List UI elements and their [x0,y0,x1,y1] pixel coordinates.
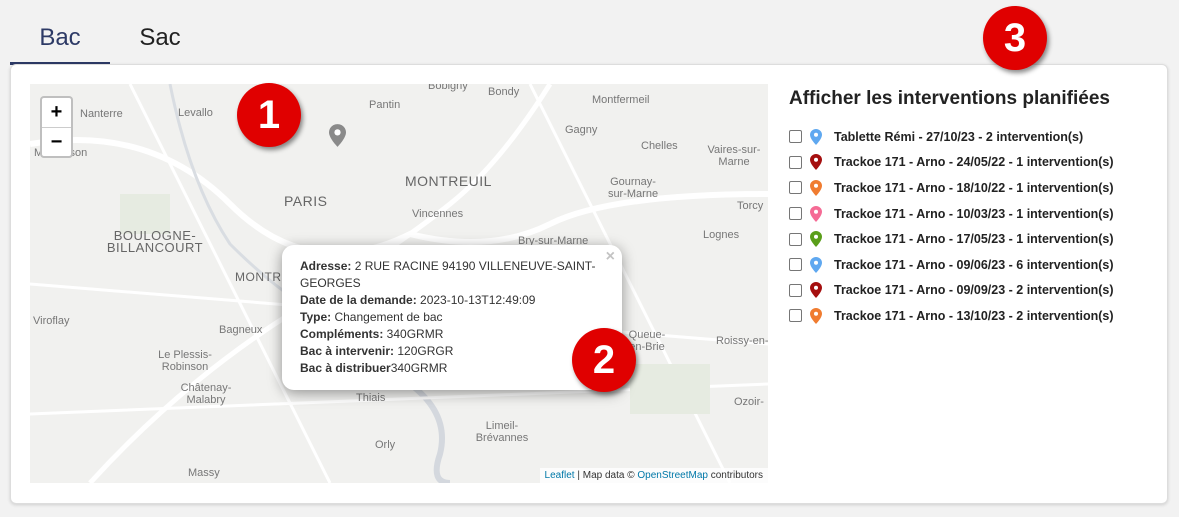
map-label: Le Plessis-Robinson [158,349,212,373]
map-popup: × Adresse: 2 RUE RACINE 94190 VILLENEUVE… [282,245,622,405]
sidebar-title: Afficher les interventions planifiées [789,88,1110,109]
map-label: Torcy [737,200,764,212]
tab-bar: Bac Sac [10,14,210,65]
map-marker-icon [810,179,822,196]
intervention-label: Trackoe 171 - Arno - 24/05/22 - 1 interv… [834,155,1114,170]
map-label: Vaires-sur-Marne [707,144,761,168]
map-label: Orly [375,439,396,451]
map-label: Montfermeil [592,94,650,106]
intervention-label: Trackoe 171 - Arno - 13/10/23 - 2 interv… [834,308,1114,323]
map-label: Vincennes [412,208,464,220]
popup-row: Bac à distribuer340GRMR [300,360,604,377]
popup-row-label: Bac à distribuer [300,361,391,375]
annotation-badge-3: 3 [983,6,1047,70]
close-icon[interactable]: × [606,248,615,265]
map-marker-icon [810,307,822,324]
map-label: Roissy-en- [716,335,768,347]
map-label: Gagny [565,124,598,136]
map-label: Châtenay-Malabry [180,382,232,406]
popup-row: Adresse: 2 RUE RACINE 94190 VILLENEUVE-S… [300,258,604,292]
popup-row-value: 340GRMR [383,327,444,341]
osm-link[interactable]: OpenStreetMap [637,470,708,481]
map-label: Thiais [356,392,386,404]
popup-row-label: Adresse: [300,259,352,273]
intervention-label: Trackoe 171 - Arno - 18/10/22 - 1 interv… [834,180,1114,195]
attribution-suffix: contributors [707,470,763,481]
map-marker-icon [810,205,822,222]
popup-row: Type: Changement de bac [300,309,604,326]
intervention-label: Trackoe 171 - Arno - 09/06/23 - 6 interv… [834,257,1114,272]
leaflet-link[interactable]: Leaflet [545,470,575,481]
map-label: Bondy [488,86,520,98]
map-marker-icon [810,154,822,171]
map-label: Viroflay [33,315,70,327]
map-label: Nanterre [80,108,123,120]
map-label: BOULOGNE-BILLANCOURT [106,228,204,255]
zoom-control: + − [40,96,73,158]
intervention-item[interactable]: Trackoe 171 - Arno - 18/10/22 - 1 interv… [789,175,1114,201]
popup-row-label: Compléments: [300,327,384,341]
intervention-checkbox[interactable] [789,155,802,169]
intervention-checkbox[interactable] [789,309,802,323]
popup-row: Bac à intervenir: 120GRGR [300,343,604,360]
map-label: Chelles [641,140,678,152]
popup-row-label: Bac à intervenir: [300,344,395,358]
intervention-item[interactable]: Trackoe 171 - Arno - 24/05/22 - 1 interv… [789,150,1114,176]
intervention-checkbox[interactable] [789,181,802,195]
attribution-text: | Map data © [574,470,638,481]
map-marker-icon[interactable] [329,123,346,148]
intervention-item[interactable]: Trackoe 171 - Arno - 17/05/23 - 1 interv… [789,226,1114,252]
intervention-item[interactable]: Trackoe 171 - Arno - 13/10/23 - 2 interv… [789,303,1114,329]
intervention-item[interactable]: Trackoe 171 - Arno - 09/06/23 - 6 interv… [789,252,1114,278]
popup-row-value: 2023-10-13T12:49:09 [416,293,536,307]
popup-row-label: Date de la demande: [300,293,417,307]
intervention-label: Trackoe 171 - Arno - 17/05/23 - 1 interv… [834,232,1114,247]
popup-row-value: Changement de bac [331,310,443,324]
map-label: Massy [188,467,220,479]
map-attribution: Leaflet | Map data © OpenStreetMap contr… [539,468,768,483]
map-label: Gournay-sur-Marne [607,176,659,200]
zoom-in-button[interactable]: + [42,98,71,127]
map-marker-icon [810,282,822,299]
annotation-badge-1: 1 [237,83,301,147]
tab-sac[interactable]: Sac [110,14,210,65]
map-label: MONTREUIL [405,173,492,189]
intervention-label: Trackoe 171 - Arno - 10/03/23 - 1 interv… [834,206,1114,221]
map-label: Pantin [369,99,401,111]
popup-row: Date de la demande: 2023-10-13T12:49:09 [300,292,604,309]
intervention-checkbox[interactable] [789,283,802,297]
sidebar: Afficher les interventions planifiées Ta… [789,88,1114,329]
intervention-checkbox[interactable] [789,258,802,272]
map-label: Levallo [178,107,213,119]
popup-row-label: Type: [300,310,332,324]
map-label: Limeil-Brévannes [475,420,529,444]
map-label: Bobigny [428,84,468,92]
intervention-checkbox[interactable] [789,130,802,144]
intervention-item[interactable]: Tablette Rémi - 27/10/23 - 2 interventio… [789,124,1114,150]
tab-bac[interactable]: Bac [10,14,110,65]
popup-row-value: 120GRGR [394,344,454,358]
map-marker-icon [810,128,822,145]
map-label: Bagneux [219,324,263,336]
intervention-label: Tablette Rémi - 27/10/23 - 2 interventio… [834,129,1084,144]
zoom-out-button[interactable]: − [42,127,71,156]
intervention-label: Trackoe 171 - Arno - 09/09/23 - 2 interv… [834,283,1114,298]
map-label: PARIS [284,193,328,209]
intervention-item[interactable]: Trackoe 171 - Arno - 10/03/23 - 1 interv… [789,201,1114,227]
annotation-badge-2: 2 [572,328,636,392]
map-label: Ozoir- [734,396,764,408]
map-marker-icon [810,256,822,273]
map-marker-icon [810,231,822,248]
intervention-item[interactable]: Trackoe 171 - Arno - 09/09/23 - 2 interv… [789,278,1114,304]
popup-row: Compléments: 340GRMR [300,326,604,343]
intervention-checkbox[interactable] [789,207,802,221]
map-label: Lognes [703,229,740,241]
popup-row-value: 340GRMR [390,361,448,375]
intervention-checkbox[interactable] [789,232,802,246]
